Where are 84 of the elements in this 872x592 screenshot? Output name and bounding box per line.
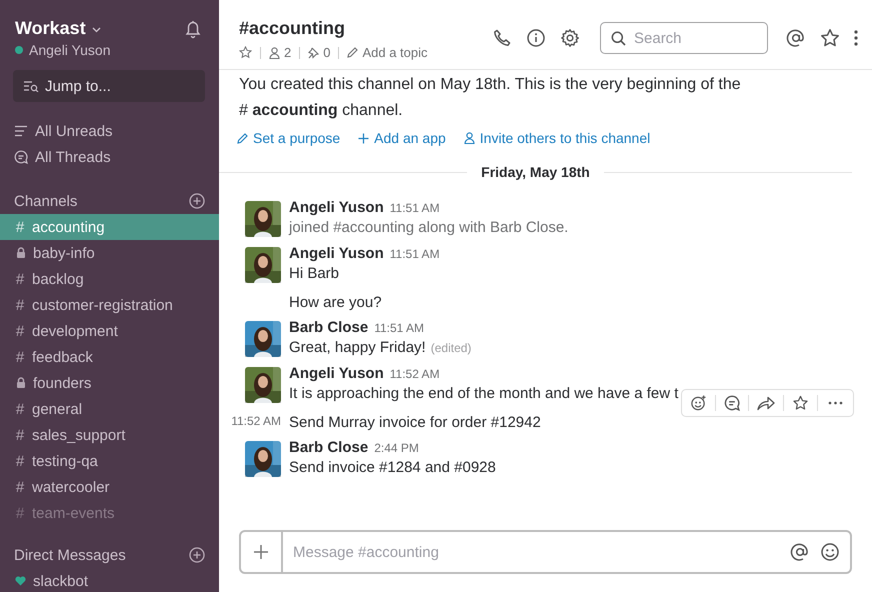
hash-icon: #: [15, 452, 25, 470]
sidebar-nav-item[interactable]: All Threads: [0, 144, 219, 170]
hash-icon: #: [15, 426, 25, 444]
speech-bubble-icon: [14, 150, 28, 164]
emoji-icon[interactable]: [820, 542, 840, 562]
member-count[interactable]: 2: [284, 45, 292, 60]
channel-title: #accounting: [239, 18, 346, 39]
action-link[interactable]: Invite others to this channel: [464, 130, 650, 146]
search-icon: [611, 30, 626, 46]
person-icon: [269, 46, 280, 58]
sidebar-nav-item[interactable]: All Unreads: [0, 118, 219, 144]
pencil-icon: [237, 132, 248, 144]
team-name[interactable]: Workast: [15, 18, 86, 39]
channel-item[interactable]: # sales_support: [0, 422, 219, 448]
bell-icon[interactable]: [183, 18, 203, 38]
hash-icon: #: [15, 504, 25, 522]
plus-icon: [253, 544, 269, 560]
author-name[interactable]: Angeli Yuson: [289, 245, 384, 262]
channel-intro-text: You created this channel on May 18th. This is the very beginning of the # accounting channel.: [239, 75, 742, 121]
hash-icon: #: [15, 270, 25, 288]
hash-icon: #: [15, 478, 25, 496]
heart-icon: [15, 576, 26, 586]
message-time: 11:51 AM: [390, 247, 440, 261]
star-icon[interactable]: [239, 46, 252, 59]
at-sign-icon[interactable]: [786, 28, 806, 48]
message-time: 11:51 AM: [390, 201, 440, 215]
author-name[interactable]: Barb Close: [289, 439, 368, 456]
add-circle-icon[interactable]: [189, 547, 205, 563]
phone-icon[interactable]: [492, 28, 512, 48]
channel-item[interactable]: # accounting: [0, 214, 219, 240]
lines-icon: [14, 125, 28, 137]
hash-icon: #: [15, 400, 25, 418]
message-time: 11:52 AM: [390, 367, 440, 381]
author-name[interactable]: Angeli Yuson: [289, 365, 384, 382]
section-title[interactable]: Channels: [14, 192, 78, 210]
plus-icon: [358, 132, 370, 144]
add-topic-link[interactable]: Add a topic: [362, 45, 428, 60]
message-time: 11:52 AM: [231, 414, 281, 430]
message-text: Great, happy Friday!: [289, 339, 426, 356]
channel-item[interactable]: baby-info: [0, 240, 219, 266]
channel-item[interactable]: founders: [0, 370, 219, 396]
message-text: joined #accounting along with Barb Close.: [289, 219, 568, 236]
channel-item[interactable]: # watercooler: [0, 474, 219, 500]
message-time: 2:44 PM: [374, 441, 419, 455]
more-vertical-icon[interactable]: [854, 30, 858, 46]
date-divider-label: Friday, May 18th: [467, 164, 604, 182]
message-text: How are you?: [289, 294, 382, 311]
settings-icon[interactable]: [560, 28, 580, 48]
author-name[interactable]: Barb Close: [289, 319, 368, 336]
lock-icon: [16, 247, 26, 258]
message-text: Hi Barb: [289, 265, 340, 282]
hash-icon: #: [15, 218, 25, 236]
channel-item[interactable]: # customer-registration: [0, 292, 219, 318]
hash-icon: #: [15, 322, 25, 340]
at-sign-icon[interactable]: [790, 542, 810, 562]
chevron-down-icon[interactable]: [92, 26, 101, 32]
message-text: Send Murray invoice for order #12942: [289, 414, 541, 431]
edited-label: (edited): [430, 341, 472, 355]
channel-item[interactable]: # feedback: [0, 344, 219, 370]
message-text: Send invoice #1284 and #0928: [289, 459, 496, 476]
pin-icon: [308, 46, 320, 58]
add-circle-icon[interactable]: [189, 193, 205, 209]
hash-icon: #: [15, 296, 25, 314]
message-time: 11:51 AM: [374, 321, 424, 335]
direct-message-item[interactable]: slackbot: [0, 568, 219, 592]
pin-count[interactable]: 0: [323, 45, 330, 60]
action-link[interactable]: Add an app: [358, 130, 446, 146]
channel-item[interactable]: # testing-qa: [0, 448, 219, 474]
channel-item[interactable]: # development: [0, 318, 219, 344]
action-link[interactable]: Set a purpose: [237, 130, 340, 146]
hash-icon: #: [15, 348, 25, 366]
pencil-icon: [347, 47, 358, 58]
person-icon: [464, 132, 475, 144]
star-icon[interactable]: [820, 28, 840, 48]
search-list-icon: [23, 80, 39, 92]
lock-icon: [16, 377, 26, 388]
user-name: Angeli Yuson: [29, 42, 110, 58]
channel-item[interactable]: # general: [0, 396, 219, 422]
channel-item[interactable]: # backlog: [0, 266, 219, 292]
jump-to-field[interactable]: Jump to...: [13, 70, 205, 102]
message-text: It is approaching the end of the month and we have a few t: [289, 385, 678, 402]
info-icon[interactable]: [526, 28, 546, 48]
author-name[interactable]: Angeli Yuson: [289, 199, 384, 216]
section-title[interactable]: Direct Messages: [14, 546, 126, 564]
